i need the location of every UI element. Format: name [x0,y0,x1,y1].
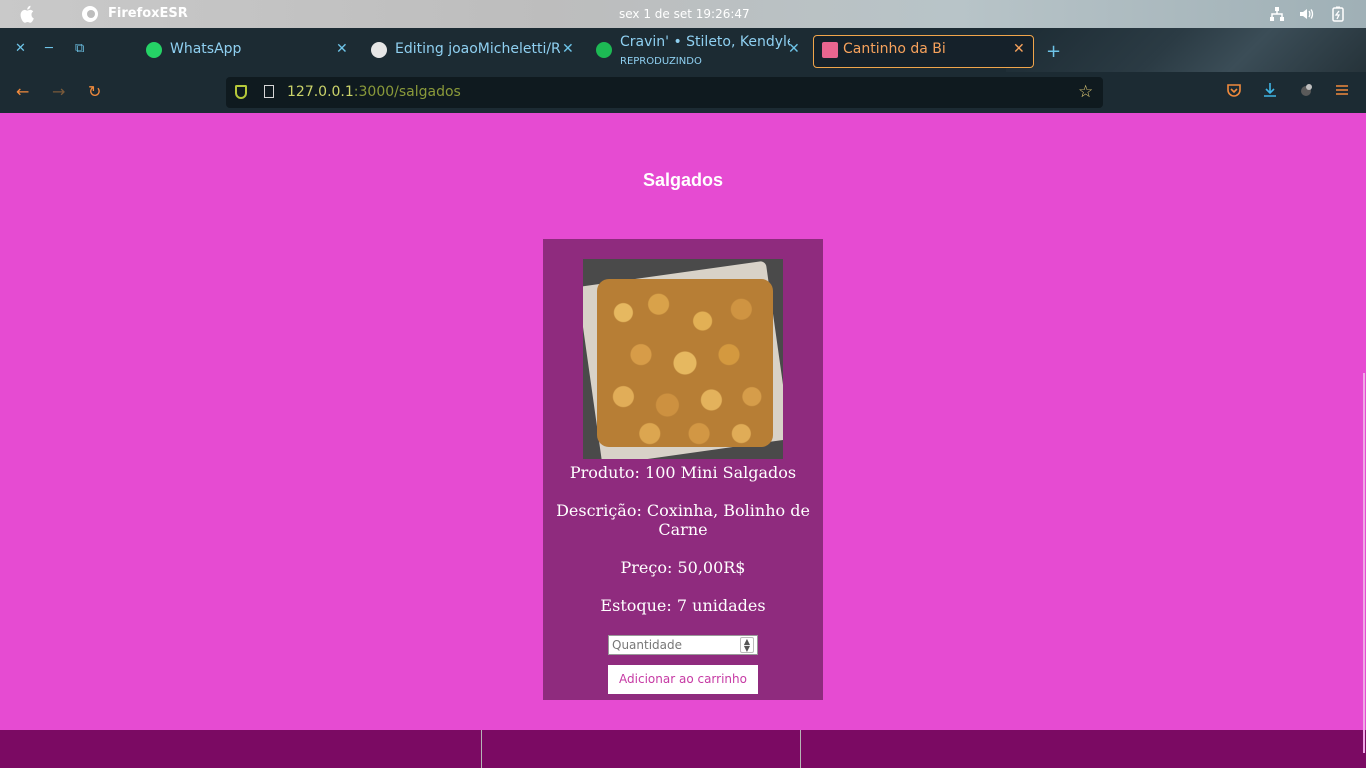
network-icon[interactable] [1269,6,1285,22]
url-path: :3000/salgados [353,84,461,100]
tab-github[interactable]: Editing joaoMicheletti/RE ✕ [371,36,576,66]
tab-cantinho-da-bi[interactable]: Cantinho da Bi ✕ [813,35,1034,68]
quantity-placeholder: Quantidade [612,638,683,652]
github-icon [371,42,387,58]
os-top-bar: FirefoxESR sex 1 de set 19:26:47 [0,0,1366,28]
product-description: Descrição: Coxinha, Bolinho de Carne [556,501,810,539]
pocket-icon[interactable] [1226,82,1242,102]
clock[interactable]: sex 1 de set 19:26:47 [619,7,750,21]
new-tab-icon[interactable]: + [1046,41,1061,62]
window-close-icon[interactable]: ✕ [15,42,26,56]
tab-spotify[interactable]: Cravin' • Stileto, Kendyle P REPRODUZIND… [596,34,806,67]
tab-label: WhatsApp [170,41,242,57]
tab-close-icon[interactable]: ✕ [1013,41,1025,57]
tab-label: Cantinho da Bi [843,41,946,57]
window-minimize-icon[interactable]: ─ [45,42,53,56]
quantity-input[interactable]: Quantidade ▲ ▼ [608,635,758,655]
product-stock: Estoque: 7 unidades [600,596,766,615]
firefox-icon [82,6,98,22]
downloads-icon[interactable] [1262,82,1278,102]
extension-icon[interactable] [1298,82,1314,102]
tab-label: Cravin' • Stileto, Kendyle P [620,34,790,50]
quantity-stepper-icon[interactable]: ▲ ▼ [740,637,754,653]
forward-arrow-icon[interactable]: → [52,83,65,101]
footer-divider [800,730,801,768]
whatsapp-icon [146,42,162,58]
tab-close-icon[interactable]: ✕ [336,41,348,57]
footer-divider [481,730,482,768]
footer [0,730,1366,768]
url-host: 127.0.0.1 [287,84,354,100]
product-price: Preço: 50,00R$ [620,558,746,577]
tracking-shield-icon[interactable] [235,85,247,99]
page-title: Salgados [642,170,724,190]
page-content: Salgados Produto: 100 Mini Salgados Desc… [0,113,1366,768]
back-arrow-icon[interactable]: ← [16,83,29,101]
navigation-bar: ← → ↻ 127.0.0.1:3000/salgados ☆ [0,72,1366,113]
tab-label: Editing joaoMicheletti/RE [395,41,560,57]
menu-hamburger-icon[interactable] [1334,82,1350,102]
battery-icon[interactable] [1330,6,1346,22]
add-to-cart-button[interactable]: Adicionar ao carrinho [608,665,758,694]
tab-playing-label: REPRODUZINDO [620,56,702,67]
product-name: Produto: 100 Mini Salgados [569,463,797,482]
reload-icon[interactable]: ↻ [88,83,101,101]
active-app-name[interactable]: FirefoxESR [108,6,188,21]
tab-close-icon[interactable]: ✕ [562,41,574,57]
url-text[interactable]: 127.0.0.1:3000/salgados [287,84,461,100]
image-salgados [597,279,773,447]
bookmark-star-icon[interactable]: ☆ [1078,82,1093,102]
volume-icon[interactable] [1298,6,1314,22]
site-favicon-icon [822,42,838,58]
product-image [583,259,783,459]
scrollbar[interactable] [1363,373,1365,753]
spotify-icon [596,42,612,58]
product-card: Produto: 100 Mini Salgados Descrição: Co… [543,239,823,700]
tab-whatsapp[interactable]: WhatsApp ✕ [146,36,356,66]
window-restore-icon[interactable]: ⧉ [75,42,84,56]
page-info-icon[interactable] [264,85,274,98]
tab-close-icon[interactable]: ✕ [788,41,800,57]
apple-icon[interactable] [20,5,36,23]
url-bar[interactable]: 127.0.0.1:3000/salgados ☆ [226,77,1103,108]
tab-bar: ✕ ─ ⧉ WhatsApp ✕ Editing joaoMicheletti/… [0,28,1366,72]
